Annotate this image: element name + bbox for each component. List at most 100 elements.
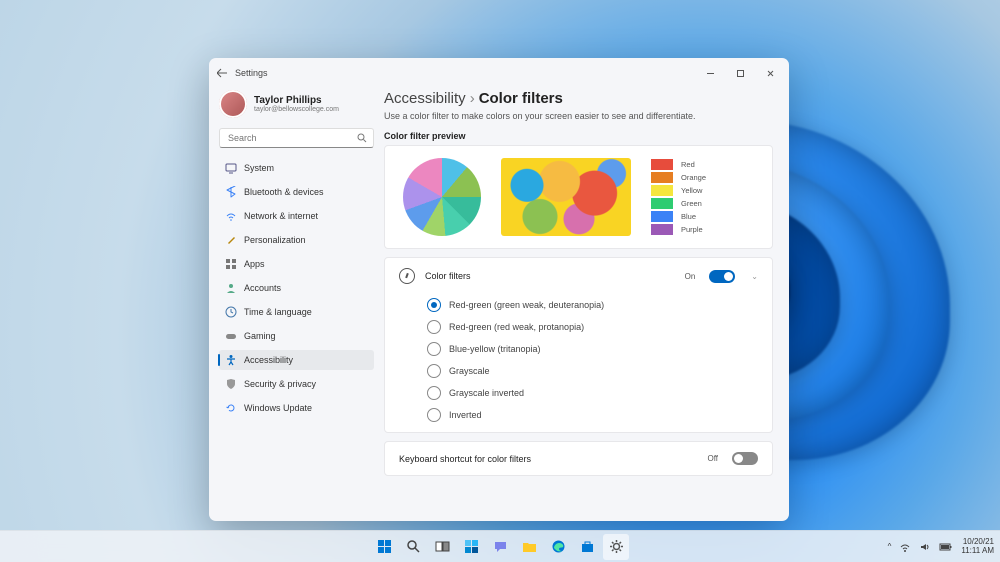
filter-option-label: Grayscale inverted bbox=[449, 388, 524, 398]
tray-volume-icon[interactable] bbox=[919, 541, 931, 553]
nav-bluetooth[interactable]: Bluetooth & devices bbox=[219, 182, 374, 202]
preview-swatches: RedOrangeYellowGreenBluePurple bbox=[651, 159, 706, 235]
swatch-label: Purple bbox=[681, 224, 706, 235]
nav-security[interactable]: Security & privacy bbox=[219, 374, 374, 394]
swatch-label: Yellow bbox=[681, 185, 706, 196]
filter-option-label: Red-green (green weak, deuteranopia) bbox=[449, 300, 604, 310]
user-name: Taylor Phillips bbox=[254, 95, 339, 106]
maximize-button[interactable] bbox=[725, 63, 755, 83]
nav-network[interactable]: Network & internet bbox=[219, 206, 374, 226]
search-icon bbox=[357, 133, 367, 143]
widgets[interactable] bbox=[458, 534, 484, 560]
swatch bbox=[651, 198, 673, 209]
user-email: taylor@bellowscollege.com bbox=[254, 106, 339, 113]
system-icon bbox=[225, 162, 237, 174]
search-input[interactable] bbox=[226, 132, 357, 144]
filter-option[interactable]: Red-green (red weak, protanopia) bbox=[427, 320, 758, 334]
swatch-label: Orange bbox=[681, 172, 706, 183]
file-explorer[interactable] bbox=[516, 534, 542, 560]
radio-icon bbox=[427, 298, 441, 312]
start-button[interactable] bbox=[371, 534, 397, 560]
gaming-icon bbox=[225, 330, 237, 342]
breadcrumb-parent[interactable]: Accessibility bbox=[384, 90, 466, 107]
color-filters-card: Color filters On ⌄ Red-green (green weak… bbox=[384, 257, 773, 433]
preview-card: RedOrangeYellowGreenBluePurple bbox=[384, 145, 773, 249]
filter-option[interactable]: Blue-yellow (tritanopia) bbox=[427, 342, 758, 356]
apps-icon bbox=[225, 258, 237, 270]
filter-option[interactable]: Red-green (green weak, deuteranopia) bbox=[427, 298, 758, 312]
app-title: Settings bbox=[235, 68, 268, 78]
edge[interactable] bbox=[545, 534, 571, 560]
color-filters-toggle[interactable] bbox=[709, 270, 735, 283]
filter-option[interactable]: Grayscale inverted bbox=[427, 386, 758, 400]
breadcrumb: Accessibility›Color filters bbox=[384, 90, 773, 107]
filter-option[interactable]: Inverted bbox=[427, 408, 758, 422]
color-filters-label: Color filters bbox=[425, 271, 675, 281]
page-description: Use a color filter to make colors on you… bbox=[384, 111, 773, 121]
nav-personalization[interactable]: Personalization bbox=[219, 230, 374, 250]
tray-battery-icon[interactable] bbox=[939, 541, 953, 553]
radio-icon bbox=[427, 408, 441, 422]
filter-option-label: Grayscale bbox=[449, 366, 490, 376]
radio-icon bbox=[427, 320, 441, 334]
nav-update[interactable]: Windows Update bbox=[219, 398, 374, 418]
task-view[interactable] bbox=[429, 534, 455, 560]
color-filters-state: On bbox=[685, 272, 696, 281]
swatch bbox=[651, 172, 673, 183]
filter-option-label: Blue-yellow (tritanopia) bbox=[449, 344, 541, 354]
system-tray[interactable]: ^ 10/20/21 11:11 AM bbox=[888, 538, 994, 556]
nav-accessibility[interactable]: Accessibility bbox=[219, 350, 374, 370]
nav-apps[interactable]: Apps bbox=[219, 254, 374, 274]
nav-gaming[interactable]: Gaming bbox=[219, 326, 374, 346]
back-button[interactable] bbox=[217, 68, 227, 78]
preview-pie bbox=[403, 158, 481, 236]
swatch bbox=[651, 224, 673, 235]
tray-chevron-icon[interactable]: ^ bbox=[888, 542, 892, 551]
shortcut-label: Keyboard shortcut for color filters bbox=[399, 454, 697, 464]
chevron-down-icon[interactable]: ⌄ bbox=[751, 272, 758, 281]
minimize-button[interactable] bbox=[695, 63, 725, 83]
tray-wifi-icon[interactable] bbox=[899, 541, 911, 553]
close-button[interactable] bbox=[755, 63, 785, 83]
taskbar-clock[interactable]: 10/20/21 11:11 AM bbox=[961, 538, 994, 556]
nav-system[interactable]: System bbox=[219, 158, 374, 178]
taskbar-apps bbox=[371, 534, 629, 560]
preview-photo bbox=[501, 158, 631, 236]
wifi-icon bbox=[225, 210, 237, 222]
nav-accounts[interactable]: Accounts bbox=[219, 278, 374, 298]
bluetooth-icon bbox=[225, 186, 237, 198]
sidebar: Taylor Phillips taylor@bellowscollege.co… bbox=[209, 84, 380, 521]
taskbar: ^ 10/20/21 11:11 AM bbox=[0, 530, 1000, 562]
shield-icon bbox=[225, 378, 237, 390]
swatch-label: Red bbox=[681, 159, 706, 170]
clock-icon bbox=[225, 306, 237, 318]
filter-option-label: Inverted bbox=[449, 410, 482, 420]
radio-icon bbox=[427, 386, 441, 400]
nav-time[interactable]: Time & language bbox=[219, 302, 374, 322]
filter-option-label: Red-green (red weak, protanopia) bbox=[449, 322, 584, 332]
shortcut-toggle[interactable] bbox=[732, 452, 758, 465]
swatch bbox=[651, 185, 673, 196]
color-filter-icon bbox=[399, 268, 415, 284]
avatar bbox=[219, 90, 247, 118]
search-box[interactable] bbox=[219, 128, 374, 148]
settings-taskbar[interactable] bbox=[603, 534, 629, 560]
window-controls bbox=[695, 63, 785, 83]
store[interactable] bbox=[574, 534, 600, 560]
update-icon bbox=[225, 402, 237, 414]
accessibility-icon bbox=[225, 354, 237, 366]
person-icon bbox=[225, 282, 237, 294]
radio-icon bbox=[427, 364, 441, 378]
shortcut-state: Off bbox=[707, 454, 718, 463]
radio-icon bbox=[427, 342, 441, 356]
brush-icon bbox=[225, 234, 237, 246]
chat[interactable] bbox=[487, 534, 513, 560]
titlebar: Settings bbox=[209, 58, 789, 84]
swatch bbox=[651, 211, 673, 222]
taskbar-search[interactable] bbox=[400, 534, 426, 560]
swatch-label: Green bbox=[681, 198, 706, 209]
user-profile[interactable]: Taylor Phillips taylor@bellowscollege.co… bbox=[219, 90, 374, 118]
filter-options: Red-green (green weak, deuteranopia) Red-… bbox=[385, 294, 772, 432]
content-area: Accessibility›Color filters Use a color … bbox=[380, 84, 789, 521]
filter-option[interactable]: Grayscale bbox=[427, 364, 758, 378]
